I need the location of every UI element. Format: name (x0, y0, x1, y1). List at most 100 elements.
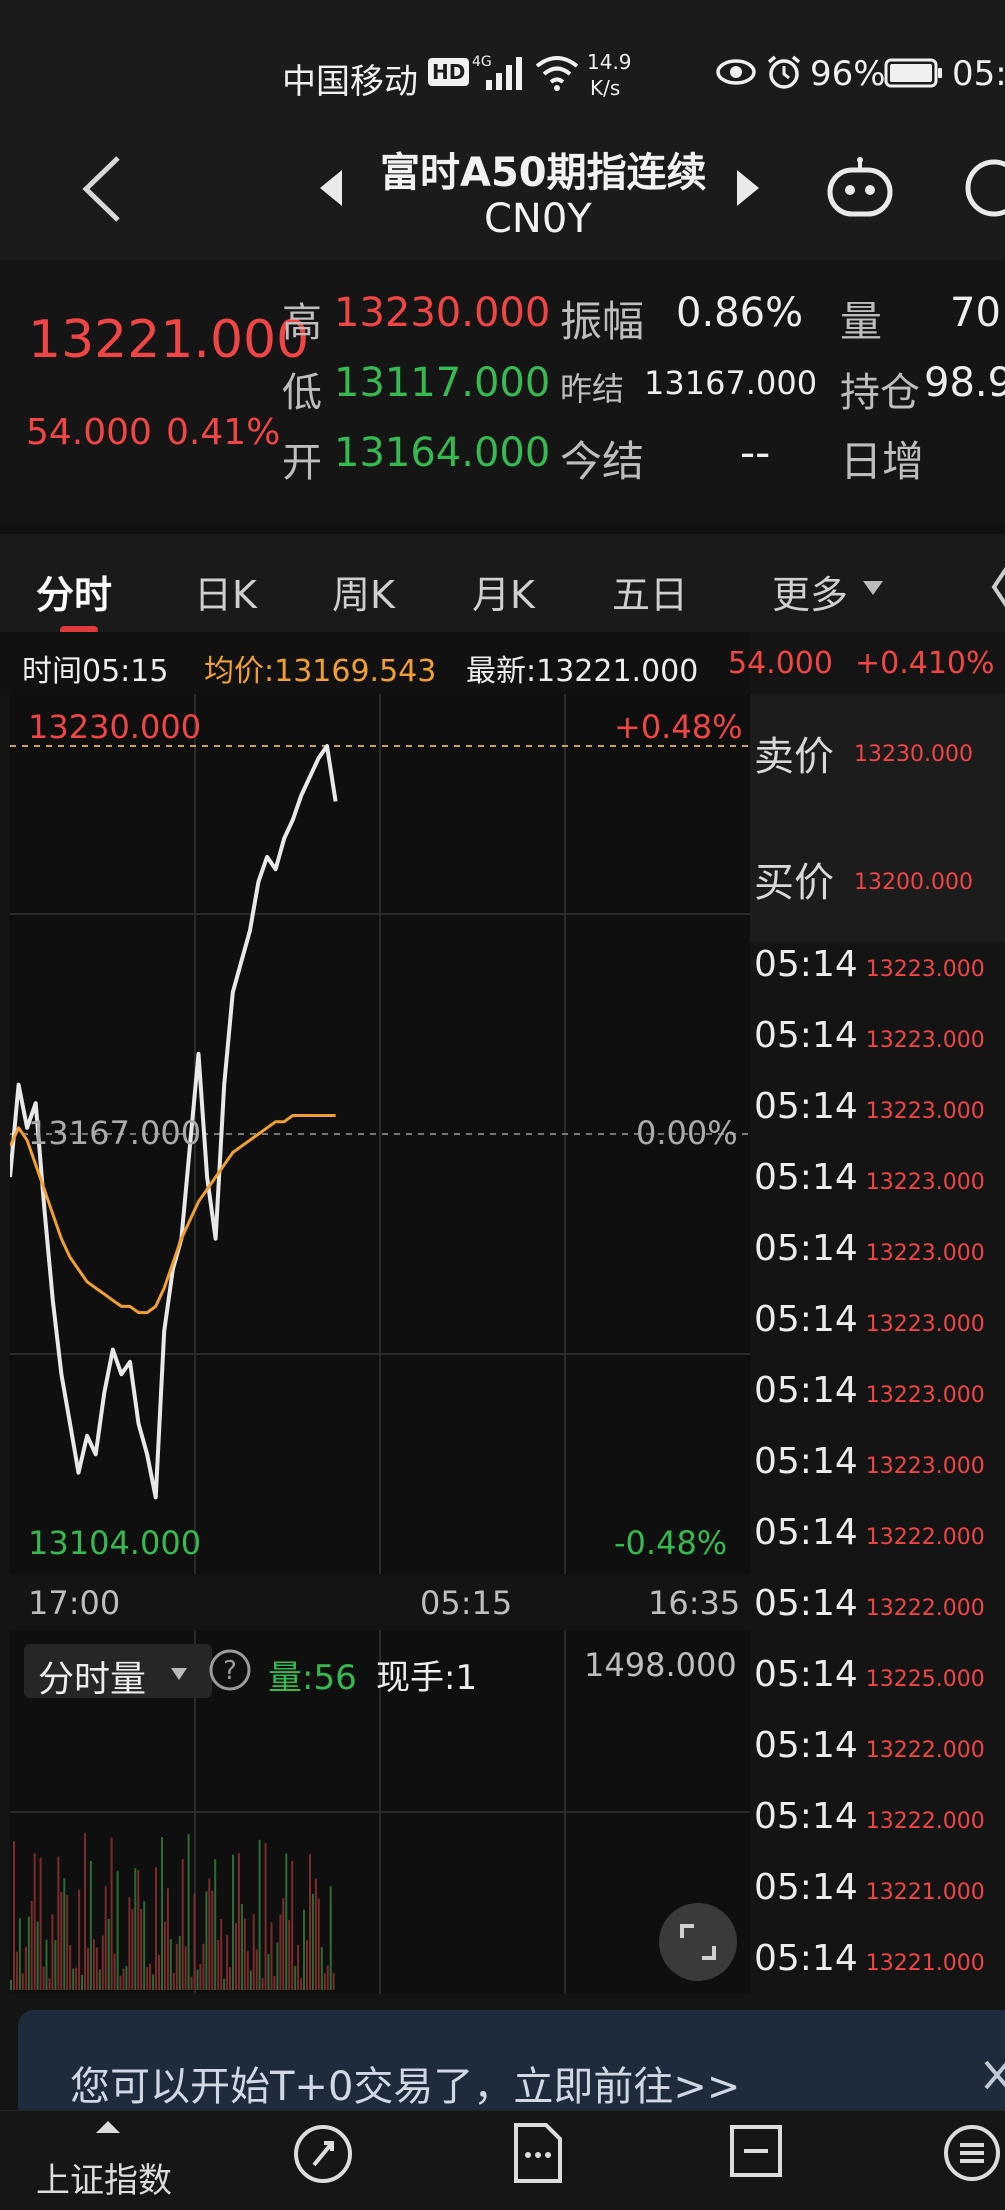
trade-time: 05:14 (754, 1370, 858, 1411)
volume-bar (232, 1854, 234, 1990)
trade-price: 13223.000 (865, 1170, 985, 1195)
volume-bar (137, 1870, 140, 1990)
today-settle-value: -- (740, 428, 771, 477)
trade-row: 05:14 13221.000 (754, 1938, 1004, 2008)
volume-bar (158, 1955, 160, 1990)
next-contract-button[interactable] (735, 168, 761, 212)
robot-assistant-icon[interactable] (824, 156, 896, 224)
volume-bar (314, 1878, 317, 1990)
price-change-pct: 0.41% (166, 412, 281, 453)
net-speed-value: 14.9 (587, 50, 632, 74)
volume-bar (92, 1939, 95, 1990)
volume-bar (258, 1839, 261, 1990)
volume-bar (39, 1857, 42, 1990)
trade-price: 13222.000 (865, 1525, 985, 1550)
trade-price: 13223.000 (865, 1099, 985, 1124)
close-icon[interactable] (982, 2058, 1005, 2096)
volume-label: 量 (840, 297, 883, 346)
volume-bar (208, 1878, 211, 1990)
trade-row: 05:14 13223.000 (754, 1299, 1004, 1369)
tab-monthly-k[interactable]: 月K (472, 564, 535, 619)
trade-time: 05:14 (754, 1867, 858, 1908)
tab-more[interactable]: 更多 (772, 564, 848, 619)
intraday-chart[interactable]: 13230.000 +0.48% 13167.000 0.00% 13104.0… (8, 694, 750, 1574)
bid-row: 买价 13200.000 (750, 818, 1005, 942)
volume-bar (110, 1837, 113, 1990)
prev-settle-value: 13167.000 (644, 364, 818, 402)
current-hand-value: 现手:1 (376, 1658, 478, 1698)
volume-bar (140, 1909, 143, 1990)
info-time: 时间05:15 (22, 654, 169, 689)
chevron-down-icon (170, 1666, 188, 1685)
signal-icon (484, 56, 528, 94)
volume-bar (184, 1946, 187, 1990)
volume-bar (237, 1853, 240, 1990)
bottom-toolbar: 上证指数 (0, 2110, 1005, 2210)
tab-weekly-k[interactable]: 周K (332, 564, 395, 619)
volume-bar (107, 1919, 110, 1990)
volume-bar (10, 1980, 12, 1990)
remove-watchlist-icon[interactable] (728, 2123, 784, 2183)
x-label-end: 16:35 (648, 1584, 741, 1622)
net-speed-unit: K/s (590, 76, 621, 100)
help-icon[interactable]: ? (208, 1648, 252, 1696)
trade-price: 13225.000 (865, 1667, 985, 1692)
trade-price: 13223.000 (865, 1028, 985, 1053)
volume-bar (294, 1966, 297, 1990)
volume-bar (89, 1860, 92, 1990)
back-button[interactable] (80, 154, 124, 228)
volume-bar (309, 1854, 311, 1990)
volume-max-label: 1498.000 (584, 1646, 737, 1684)
volume-bar (163, 1921, 166, 1990)
volume-bar (326, 1965, 329, 1990)
volume-bar (332, 1972, 335, 1990)
functions-menu-icon[interactable] (942, 2123, 1002, 2187)
volume-bar (33, 1853, 36, 1990)
nav-bar: 富时A50期指连续 CN0Y (0, 120, 1005, 260)
trade-time: 05:14 (754, 1938, 858, 1979)
tab-five-day[interactable]: 五日 (612, 564, 688, 619)
trade-price: 13223.000 (865, 1312, 985, 1337)
volume-bar (169, 1939, 172, 1990)
index-ticker-label[interactable]: 上证指数 (36, 2153, 172, 2202)
high-label: 高 (282, 300, 322, 346)
search-icon[interactable] (960, 158, 1005, 222)
volume-bar (149, 1963, 152, 1990)
volume-bar (297, 1944, 300, 1990)
volume-bar (69, 1945, 72, 1990)
trade-row: 05:14 13223.000 (754, 944, 1004, 1014)
volume-bar (13, 1841, 15, 1990)
volume-bar (246, 1951, 249, 1990)
tab-daily-k[interactable]: 日K (194, 564, 257, 619)
volume-panel: 分时量 ? 量:56 现手:1 1498.000 (10, 1630, 750, 1994)
volume-bar (98, 1969, 101, 1990)
trade-row: 05:14 13223.000 (754, 1228, 1004, 1298)
trade-time: 05:14 (754, 1441, 858, 1482)
volume-bar (235, 1923, 237, 1990)
volume-bar (217, 1939, 220, 1990)
volume-value: 70 (950, 290, 1001, 336)
trade-row: 05:14 13221.000 (754, 1867, 1004, 1937)
volume-bar (161, 1837, 163, 1990)
volume-bar (193, 1893, 196, 1990)
simulated-order-icon[interactable] (510, 2121, 566, 2189)
volume-bar (101, 1935, 104, 1990)
volume-bar (187, 1834, 190, 1990)
expand-up-icon[interactable] (94, 2119, 122, 2139)
chart-settings-icon[interactable] (990, 562, 1005, 616)
tab-intraday[interactable]: 分时 (36, 564, 112, 619)
volume-bar (270, 1922, 273, 1990)
trade-row: 05:14 13222.000 (754, 1583, 1004, 1653)
trade-row: 05:14 13223.000 (754, 1015, 1004, 1085)
volume-bar (36, 1921, 39, 1990)
high-value: 13230.000 (334, 290, 551, 336)
open-interest-label: 持仓 (840, 370, 920, 416)
futures-open-account-icon[interactable] (292, 2123, 354, 2189)
volume-bar (152, 1974, 155, 1990)
trade-time: 05:14 (754, 1015, 858, 1056)
info-average: 均价:13169.543 (204, 654, 437, 689)
volume-bar (78, 1889, 81, 1990)
trade-row: 05:14 13223.000 (754, 1157, 1004, 1227)
fullscreen-button[interactable] (658, 1902, 738, 1986)
prev-contract-button[interactable] (318, 168, 344, 212)
